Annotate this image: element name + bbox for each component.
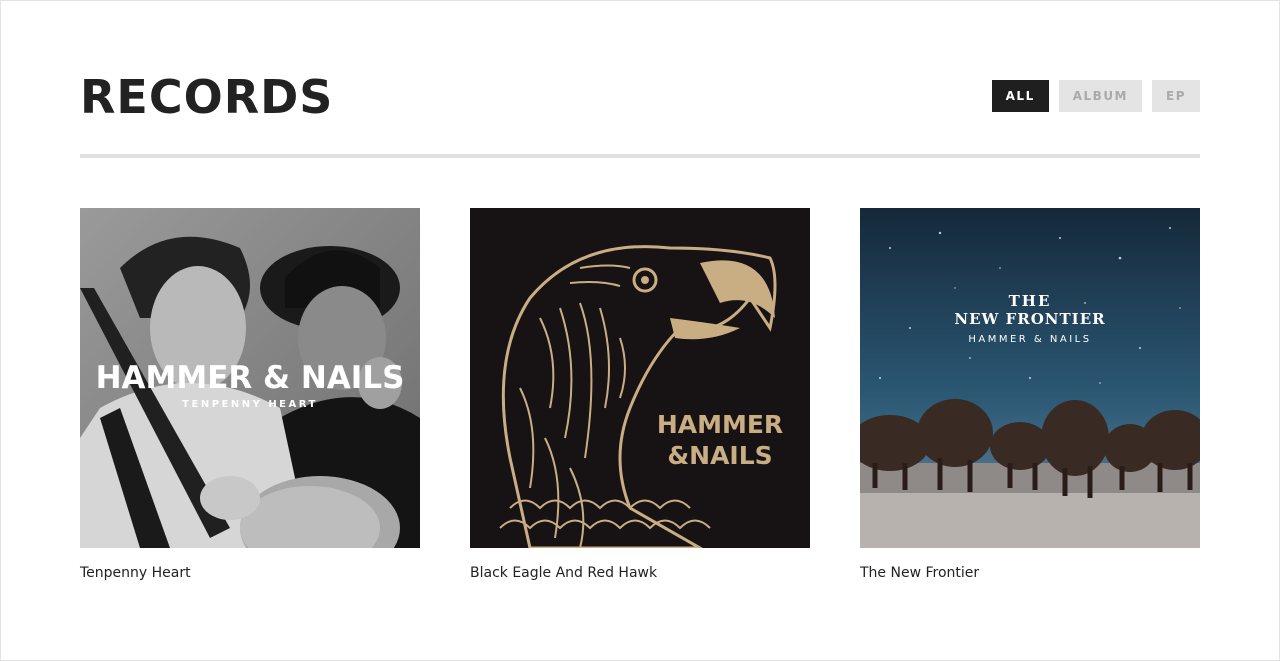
record-card[interactable]: THE NEW FRONTIER HAMMER & NAILS The New … bbox=[860, 208, 1200, 582]
cover-album-line2: NEW FRONTIER bbox=[954, 310, 1105, 328]
cover-band-line2: &NAILS bbox=[667, 441, 772, 470]
filter-bar: ALL ALBUM EP bbox=[991, 80, 1200, 112]
album-cover-image[interactable]: HAMMER &NAILS bbox=[470, 208, 810, 548]
filter-album-button[interactable]: ALBUM bbox=[1058, 80, 1142, 112]
header-divider bbox=[80, 154, 1200, 158]
record-card[interactable]: HAMMER &NAILS Black Eagle And Red Hawk bbox=[470, 208, 810, 582]
page-title: RECORDS bbox=[80, 70, 334, 124]
record-card[interactable]: HAMMER & NAILS TENPENNY HEART Tenpenny H… bbox=[80, 208, 420, 582]
cover-album-text: TENPENNY HEART bbox=[182, 399, 318, 410]
cover-album-line1: THE bbox=[1009, 292, 1052, 310]
record-title[interactable]: Black Eagle And Red Hawk bbox=[470, 564, 810, 582]
cover-band-text: HAMMER & NAILS bbox=[968, 334, 1091, 345]
cover-band-text: HAMMER & NAILS bbox=[96, 360, 405, 396]
filter-all-button[interactable]: ALL bbox=[991, 80, 1049, 112]
record-title[interactable]: The New Frontier bbox=[860, 564, 1200, 582]
album-cover-image[interactable]: HAMMER & NAILS TENPENNY HEART bbox=[80, 208, 420, 548]
record-title[interactable]: Tenpenny Heart bbox=[80, 564, 420, 582]
records-grid: HAMMER & NAILS TENPENNY HEART Tenpenny H… bbox=[80, 208, 1200, 582]
album-cover-image[interactable]: THE NEW FRONTIER HAMMER & NAILS bbox=[860, 208, 1200, 548]
filter-ep-button[interactable]: EP bbox=[1152, 80, 1200, 112]
cover-band-line1: HAMMER bbox=[657, 410, 783, 439]
